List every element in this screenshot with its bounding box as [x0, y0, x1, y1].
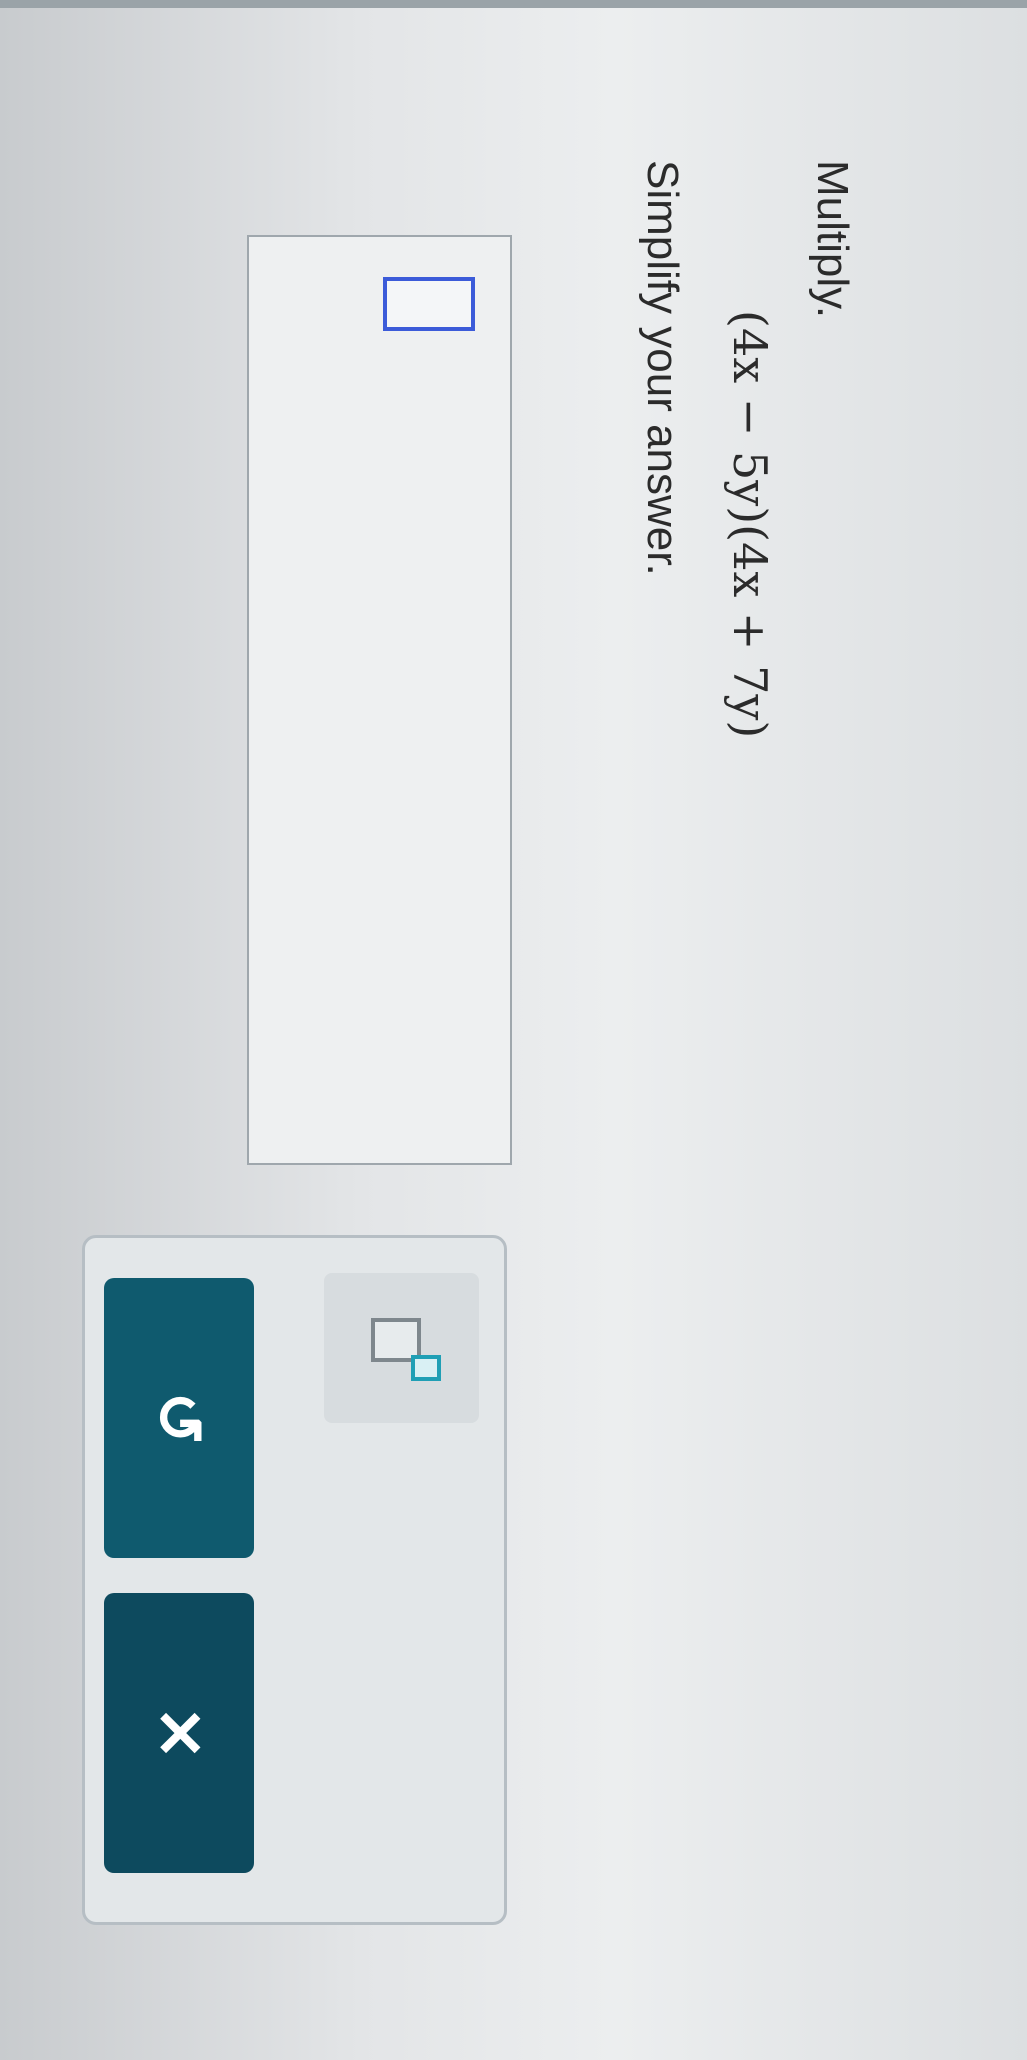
undo-button[interactable]: ↺ — [104, 1278, 254, 1558]
instruction-text: Simplify your answer. — [638, 160, 687, 576]
undo-icon: ↺ — [143, 1391, 216, 1445]
answer-cursor-placeholder[interactable] — [383, 277, 475, 331]
exponent-button[interactable] — [324, 1273, 479, 1423]
question-stage: Multiply. (4x − 5y)(4x + 7y) Simplify yo… — [0, 0, 1027, 2060]
exponent-superscript-icon — [411, 1355, 441, 1381]
answer-input[interactable] — [247, 235, 512, 1165]
clear-button[interactable]: ✕ — [104, 1593, 254, 1873]
math-tool-panel: ↺ ✕ — [82, 1235, 507, 1925]
question-label: Multiply. — [808, 160, 857, 319]
math-expression: (4x − 5y)(4x + 7y) — [723, 310, 777, 739]
clear-icon: ✕ — [143, 1706, 216, 1760]
